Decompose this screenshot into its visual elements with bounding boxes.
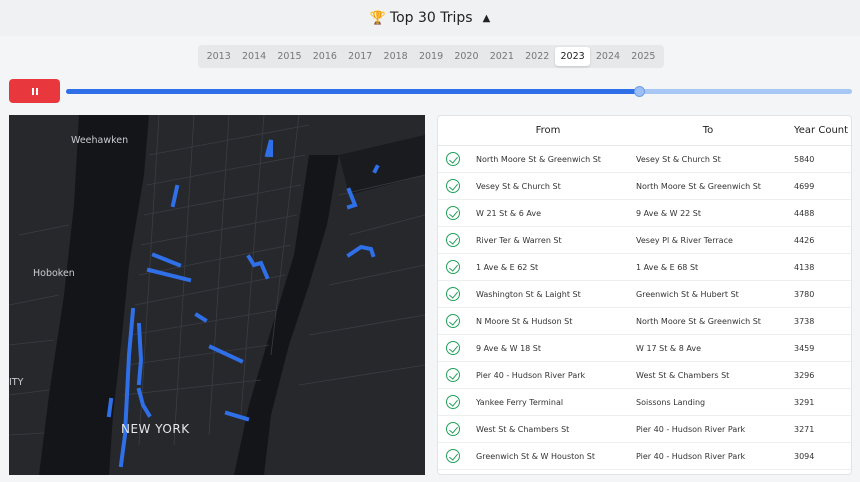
header-bar: 🏆 Top 30 Trips ▲	[0, 0, 860, 36]
cell-from: Greenwich St & W Houston St	[476, 451, 596, 461]
table-row[interactable]: Washington St & Laight St Greenwich St & …	[438, 281, 851, 308]
year-selector: 2013 2014 2015 2016 2017 2018 2019 2020 2021 2022…	[198, 45, 664, 68]
check-circle-icon	[446, 260, 460, 274]
check-circle-icon	[446, 233, 460, 247]
year-2017[interactable]: 2017	[343, 47, 378, 66]
cell-from: 9 Ave & W 18 St	[476, 343, 542, 353]
table-row[interactable]: W 21 St & 6 Ave 9 Ave & W 22 St 4488	[438, 200, 851, 227]
cell-to: 9 Ave & W 22 St	[636, 208, 702, 218]
table-row[interactable]: 1 Ave & E 62 St 1 Ave & E 68 St 4138	[438, 254, 851, 281]
table-row[interactable]: North Moore St & Greenwich St Vesey St & …	[438, 146, 851, 173]
year-2015[interactable]: 2015	[272, 47, 307, 66]
cell-from: West St & Chambers St	[476, 424, 570, 434]
table-row[interactable]: N Moore St & Hudson St North Moore St & G…	[438, 308, 851, 335]
trips-table: From To Year Count North Moore St & Gree…	[437, 115, 852, 475]
cell-year-count: 4138	[794, 262, 815, 272]
cell-to: Vesey St & Church St	[636, 154, 721, 164]
cell-year-count: 3459	[794, 343, 815, 353]
map-label-hoboken: Hoboken	[33, 268, 75, 279]
check-circle-icon	[446, 179, 460, 193]
cell-to: 1 Ave & E 68 St	[636, 262, 699, 272]
cell-from: Washington St & Laight St	[476, 289, 581, 299]
year-slider[interactable]	[66, 86, 852, 97]
cell-from: W 21 St & 6 Ave	[476, 208, 542, 218]
table-row[interactable]: River Ter & Warren St Vesey Pl & River Te…	[438, 227, 851, 254]
year-2018[interactable]: 2018	[378, 47, 413, 66]
cell-to: Greenwich St & Hubert St	[636, 289, 739, 299]
cell-from: River Ter & Warren St	[476, 235, 562, 245]
year-2016[interactable]: 2016	[307, 47, 342, 66]
map-canvas	[9, 115, 425, 475]
cell-year-count: 3296	[794, 370, 815, 380]
year-2014[interactable]: 2014	[236, 47, 271, 66]
check-circle-icon	[446, 287, 460, 301]
year-2022[interactable]: 2022	[520, 47, 555, 66]
cell-to: Vesey Pl & River Terrace	[636, 235, 733, 245]
chevron-up-icon: ▲	[482, 12, 491, 24]
check-circle-icon	[446, 449, 460, 463]
year-2023[interactable]: 2023	[554, 47, 591, 66]
check-circle-icon	[446, 152, 460, 166]
map-label-jersey-city: ITY	[9, 377, 24, 388]
table-row[interactable]: Vesey St & Church St North Moore St & Gre…	[438, 173, 851, 200]
cell-year-count: 3094	[794, 451, 815, 461]
map-label-new-york: NEW YORK	[121, 422, 190, 436]
cell-to: West St & Chambers St	[636, 370, 730, 380]
cell-year-count: 3780	[794, 289, 815, 299]
table-row[interactable]: 9 Ave & W 18 St W 17 St & 8 Ave 3459	[438, 335, 851, 362]
cell-from: N Moore St & Hudson St	[476, 316, 573, 326]
cell-from: Yankee Ferry Terminal	[476, 397, 564, 407]
check-circle-icon	[446, 206, 460, 220]
cell-to: Soissons Landing	[636, 397, 706, 407]
table-row[interactable]: Pier 40 - Hudson River Park West St & Cha…	[438, 362, 851, 389]
cell-year-count: 4699	[794, 181, 815, 191]
check-circle-icon	[446, 341, 460, 355]
cell-to: North Moore St & Greenwich St	[636, 316, 761, 326]
cell-to: Pier 40 - Hudson River Park	[636, 451, 746, 461]
cell-year-count: 4426	[794, 235, 815, 245]
cell-from: 1 Ave & E 62 St	[476, 262, 539, 272]
cell-year-count: 5840	[794, 154, 815, 164]
check-circle-icon	[446, 422, 460, 436]
check-circle-icon	[446, 368, 460, 382]
cell-year-count: 3738	[794, 316, 815, 326]
cell-from: North Moore St & Greenwich St	[476, 154, 601, 164]
year-2021[interactable]: 2021	[484, 47, 519, 66]
cell-from: Pier 40 - Hudson River Park	[476, 370, 586, 380]
map-label-weehawken: Weehawken	[71, 135, 129, 146]
cell-year-count: 4488	[794, 208, 815, 218]
top-trips-toggle[interactable]: 🏆 Top 30 Trips ▲	[370, 10, 491, 26]
year-2024[interactable]: 2024	[590, 47, 625, 66]
year-2025[interactable]: 2025	[626, 47, 661, 66]
pause-button[interactable]	[9, 79, 60, 103]
trophy-icon: 🏆	[369, 10, 386, 26]
check-circle-icon	[446, 395, 460, 409]
slider-handle[interactable]	[633, 86, 645, 97]
table-row[interactable]: West St & Chambers St Pier 40 - Hudson Ri…	[438, 416, 851, 443]
col-year-count: Year Count	[794, 125, 849, 136]
col-to: To	[702, 125, 714, 136]
check-circle-icon	[446, 314, 460, 328]
year-2020[interactable]: 2020	[449, 47, 484, 66]
cell-to: North Moore St & Greenwich St	[636, 181, 761, 191]
trip-map[interactable]: Weehawken Hoboken ITY NEW YORK	[9, 115, 425, 475]
page-title: Top 30 Trips	[389, 10, 473, 26]
table-row[interactable]: Yankee Ferry Terminal Soissons Landing 329…	[438, 389, 851, 416]
year-2013[interactable]: 2013	[201, 47, 236, 66]
table-header: From To Year Count	[438, 116, 851, 146]
table-row[interactable]: Greenwich St & W Houston St Pier 40 - Hud…	[438, 443, 851, 470]
year-2019[interactable]: 2019	[413, 47, 448, 66]
slider-fill	[66, 89, 640, 94]
pause-icon	[31, 87, 38, 95]
cell-year-count: 3291	[794, 397, 815, 407]
cell-to: Pier 40 - Hudson River Park	[636, 424, 746, 434]
cell-to: W 17 St & 8 Ave	[636, 343, 702, 353]
col-from: From	[535, 125, 561, 136]
cell-year-count: 3271	[794, 424, 815, 434]
cell-from: Vesey St & Church St	[476, 181, 561, 191]
